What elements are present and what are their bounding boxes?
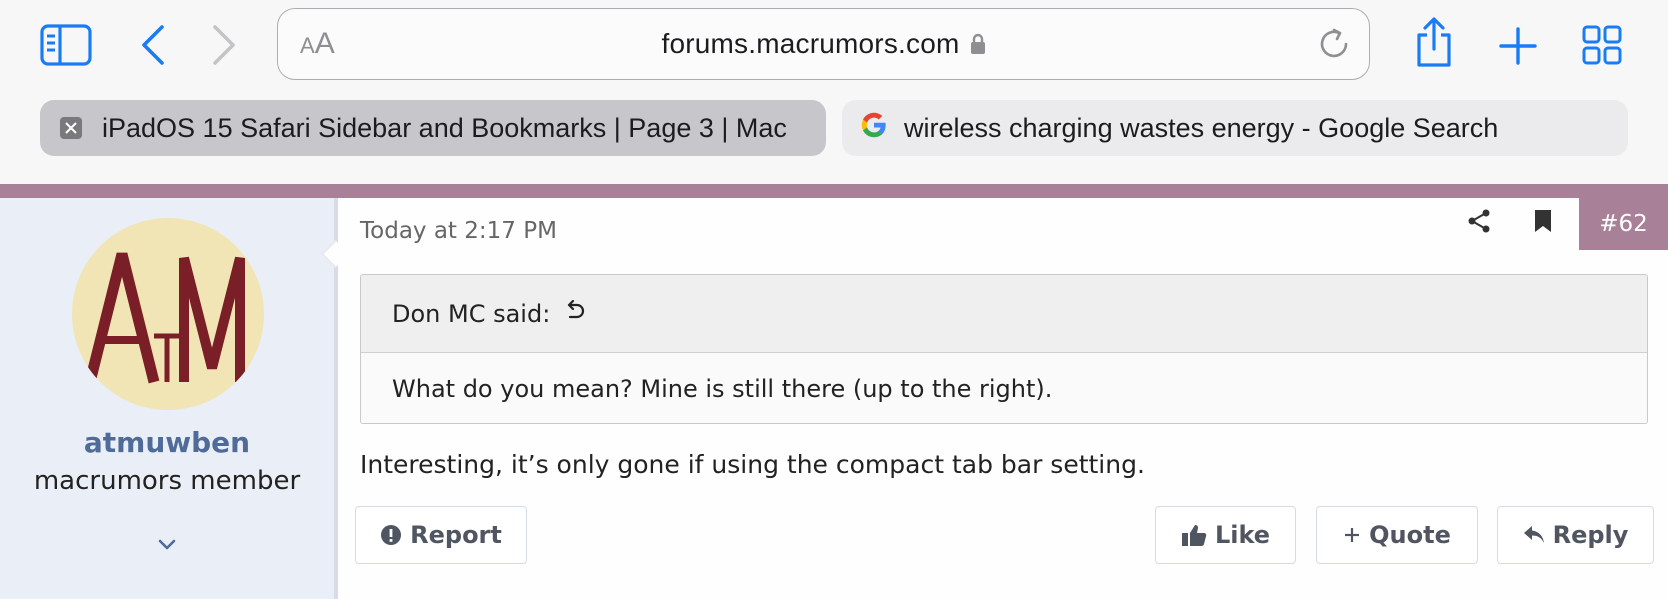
lock-icon [970,30,986,62]
address-bar[interactable]: AA forums.macrumors.com [277,8,1370,80]
username-link[interactable]: atmuwben [0,426,334,459]
tab-overview-icon[interactable] [1581,24,1623,66]
chevron-down-icon[interactable] [157,538,177,557]
report-button[interactable]: Report [355,506,527,564]
quote-author: Don MC said: [392,299,551,328]
exclamation-circle-icon [381,525,402,545]
thumbs-up-icon [1181,525,1207,546]
user-title: macrumors member [33,466,301,496]
avatar[interactable] [72,218,264,410]
google-logo-icon [860,111,888,146]
post-timestamp[interactable]: Today at 2:17 PM [360,218,557,244]
sidebar-icon[interactable] [40,22,92,68]
post-body-text: Interesting, it’s only gone if using the… [360,450,1145,479]
new-tab-icon[interactable] [1498,26,1538,66]
tab-label: iPadOS 15 Safari Sidebar and Bookmarks |… [102,112,787,143]
share-post-icon[interactable] [1466,208,1492,239]
forum-post: atmuwben macrumors member Today at 2:17 … [0,184,1668,599]
like-button[interactable]: Like [1155,506,1296,564]
reply-button[interactable]: Reply [1497,506,1654,564]
browser-chrome: AA forums.macrumors.com iPadOS 15 Safari… [0,0,1668,184]
share-icon[interactable] [1413,16,1455,70]
quote-header[interactable]: Don MC said: [361,275,1647,353]
bookmark-icon[interactable] [1533,208,1553,239]
tab-label: wireless charging wastes energy - Google… [904,112,1499,143]
user-info-column: atmuwben macrumors member [0,198,338,599]
back-icon[interactable] [135,22,171,68]
reply-label: Reply [1552,521,1629,549]
tab-macrumors[interactable]: iPadOS 15 Safari Sidebar and Bookmarks |… [40,100,826,156]
reply-arrow-icon [1523,526,1544,543]
quote-block: Don MC said: What do you mean? Mine is s… [360,274,1648,424]
tab-google[interactable]: wireless charging wastes energy - Google… [842,100,1628,156]
reload-icon[interactable] [1317,27,1351,66]
close-tab-icon[interactable] [60,117,82,139]
plus-icon [1345,528,1360,542]
forward-icon[interactable] [206,22,242,68]
post-accent-bar [0,184,1668,198]
post-number-link[interactable]: #62 [1579,198,1668,250]
quote-content: What do you mean? Mine is still there (u… [392,375,1053,403]
quote-label: Quote [1369,521,1451,549]
url-text: forums.macrumors.com [661,28,960,59]
like-label: Like [1214,521,1271,549]
report-label: Report [410,521,502,549]
quote-button[interactable]: Quote [1316,506,1478,564]
jump-to-quote-icon[interactable] [564,299,586,328]
url-display[interactable]: forums.macrumors.com [278,28,1369,62]
